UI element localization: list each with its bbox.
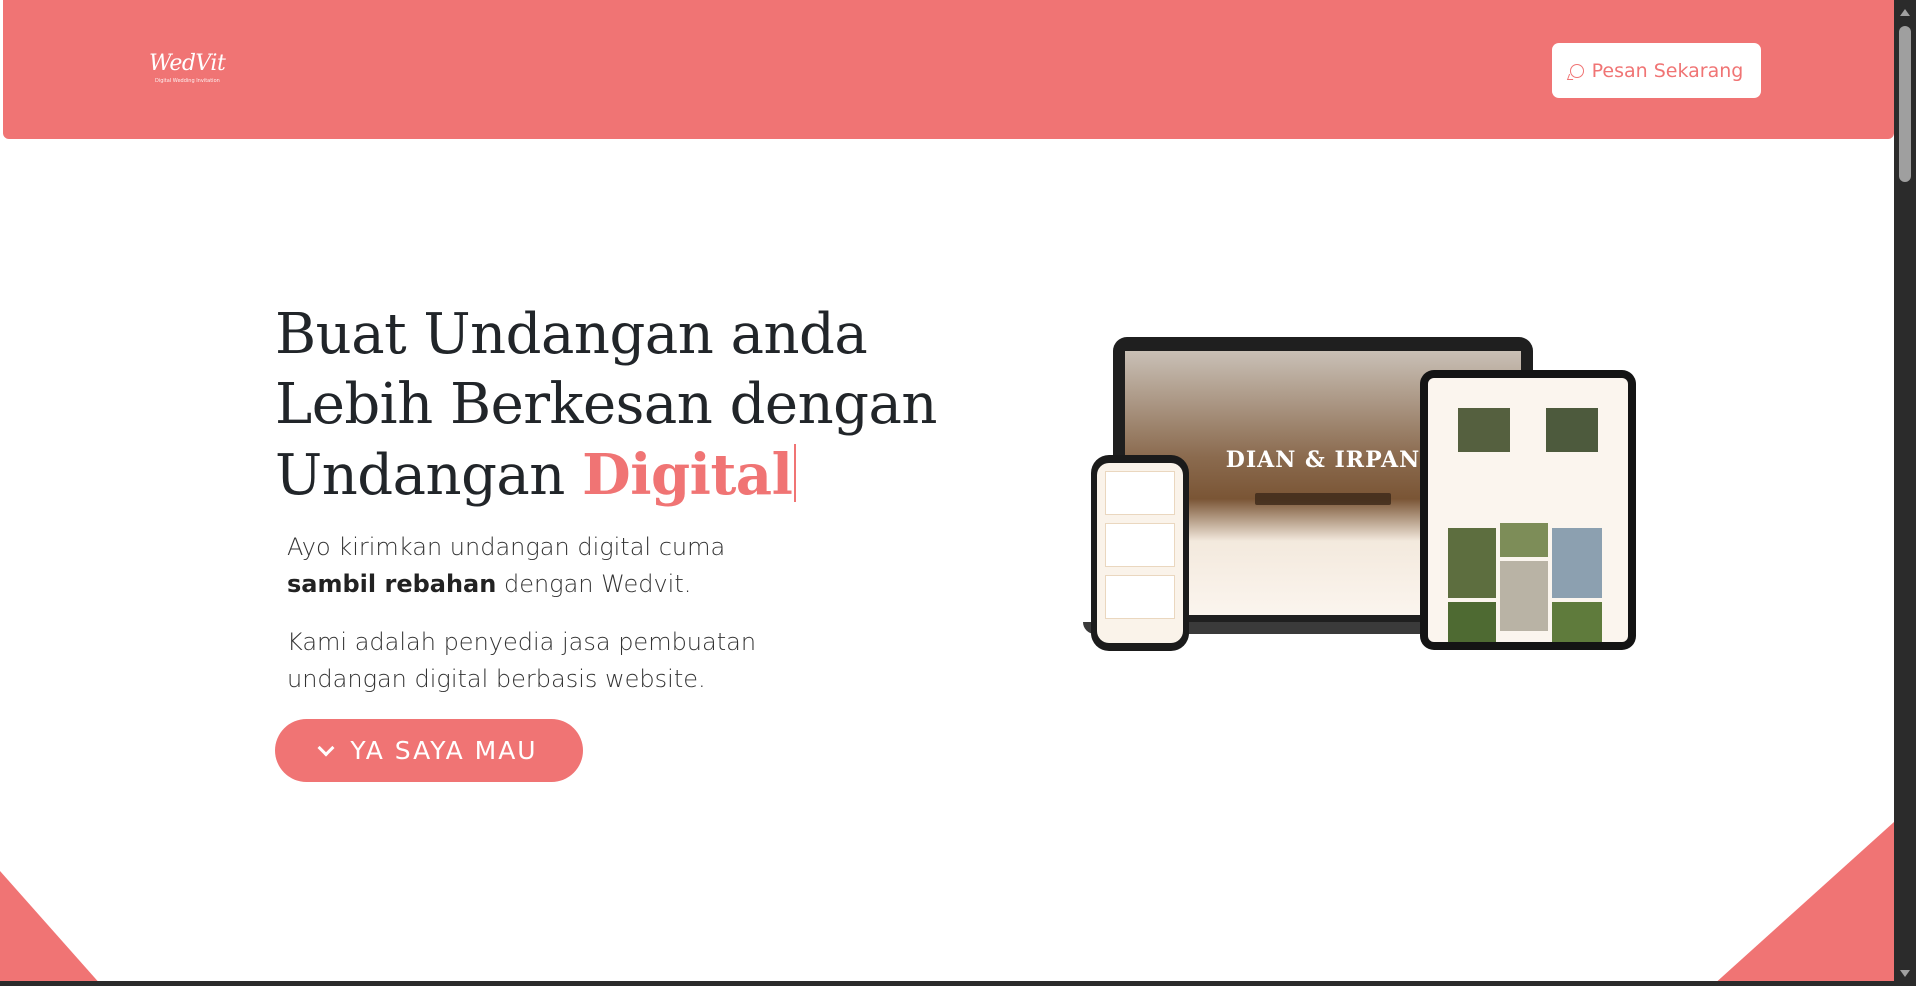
ya-saya-mau-button[interactable]: YA SAYA MAU — [275, 719, 583, 782]
scroll-thumb[interactable] — [1899, 26, 1911, 182]
mockup-button — [1255, 493, 1391, 505]
phone-card-3 — [1105, 575, 1175, 619]
phone-card-1 — [1105, 471, 1175, 515]
phone-screen — [1097, 463, 1183, 643]
hero-title: Buat Undangan anda Lebih Berkesan dengan… — [275, 300, 955, 511]
bride-photo — [1546, 408, 1598, 452]
phone-mockup — [1091, 455, 1189, 651]
hero-title-line3: Undangan — [275, 443, 583, 508]
gallery-photo-6 — [1552, 602, 1602, 642]
decorative-corner-right — [1712, 822, 1894, 986]
hero-title-line1: Buat Undangan anda — [275, 302, 868, 367]
gallery-photo-5 — [1448, 602, 1496, 642]
navbar: WedVit Digital Wedding Invitation Pesan … — [3, 0, 1894, 139]
brand-logo[interactable]: WedVit Digital Wedding Invitation — [149, 50, 229, 90]
gallery-photo-1 — [1448, 528, 1496, 598]
groom-photo — [1458, 408, 1510, 452]
hero-title-accent: Digital — [582, 442, 793, 508]
device-mockup-image: DIAN & IRPAN — [1063, 330, 1636, 651]
phone-card-2 — [1105, 523, 1175, 567]
decorative-corner-left — [0, 871, 102, 986]
hero-intro-part1: Ayo kirimkan undangan digital cuma — [287, 533, 726, 561]
window-bottom-edge — [0, 981, 1894, 986]
tablet-screen — [1428, 378, 1628, 642]
order-now-label: Pesan Sekarang — [1591, 59, 1744, 82]
order-now-button[interactable]: Pesan Sekarang — [1552, 43, 1761, 98]
typing-caret — [794, 444, 797, 502]
gallery-photo-2 — [1500, 523, 1548, 557]
cta-label: YA SAYA MAU — [350, 736, 538, 765]
tablet-mockup — [1420, 370, 1636, 650]
logo-text: WedVit — [149, 51, 226, 76]
scroll-up-arrow-icon[interactable] — [1900, 9, 1910, 16]
scroll-down-arrow-icon[interactable] — [1900, 970, 1910, 977]
gallery-photo-4 — [1552, 528, 1602, 598]
hero-intro-bold: sambil rebahan — [287, 570, 497, 598]
whatsapp-icon — [1569, 63, 1584, 78]
logo-tagline: Digital Wedding Invitation — [155, 78, 220, 84]
vertical-scrollbar[interactable] — [1894, 0, 1916, 986]
hero-intro-text: Ayo kirimkan undangan digital cuma sambi… — [287, 529, 807, 603]
hero-intro-part2: dengan Wedvit. — [496, 570, 692, 598]
couple-names: DIAN & IRPAN — [1225, 447, 1421, 473]
gallery-photo-3 — [1500, 561, 1548, 631]
chevron-down-icon — [317, 739, 335, 756]
page-viewport: WedVit Digital Wedding Invitation Pesan … — [0, 0, 1894, 986]
hero-title-line2: Lebih Berkesan dengan — [275, 372, 937, 437]
hero-description: Kami adalah penyedia jasa pembuatan unda… — [287, 628, 757, 693]
